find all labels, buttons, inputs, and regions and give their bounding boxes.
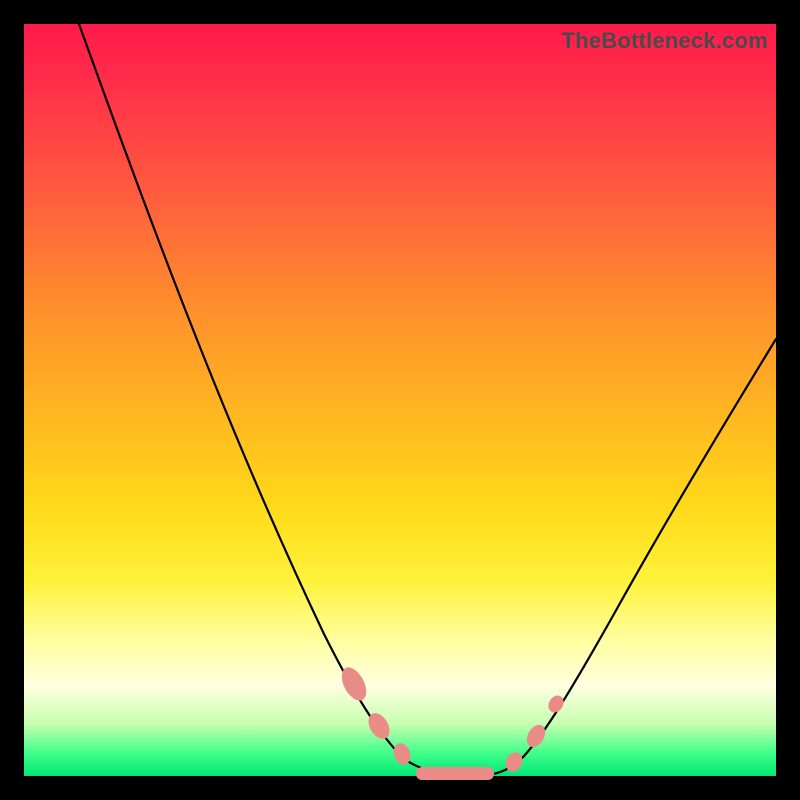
- marker-group: [337, 663, 567, 780]
- plot-area: TheBottleneck.com: [24, 24, 776, 776]
- marker-dot: [545, 693, 566, 716]
- curve-path: [79, 24, 776, 776]
- marker-dot: [523, 722, 549, 751]
- marker-band: [416, 767, 494, 780]
- bottleneck-curve: [24, 24, 776, 776]
- chart-frame: TheBottleneck.com: [0, 0, 800, 800]
